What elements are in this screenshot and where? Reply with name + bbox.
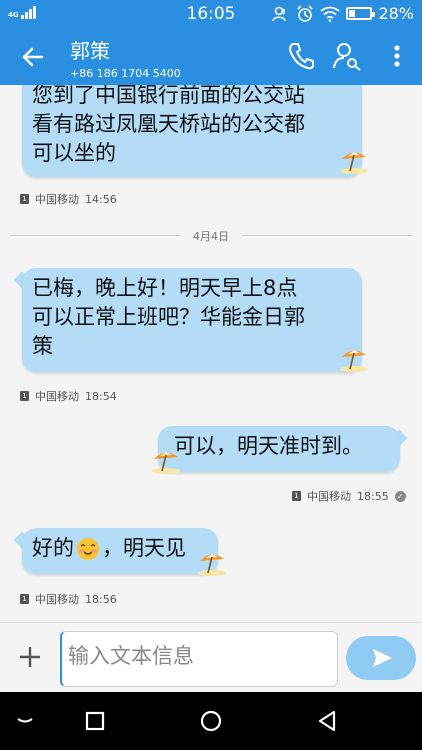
sim-icon: 1: [20, 391, 29, 401]
sim-icon: 1: [20, 594, 29, 604]
hide-keyboard-icon[interactable]: [10, 706, 40, 736]
message-text: ，明天见: [102, 536, 186, 560]
send-button[interactable]: [346, 636, 416, 680]
back-arrow-icon[interactable]: [14, 40, 50, 74]
contact-search-icon[interactable]: [330, 38, 364, 74]
alarm-icon: [297, 4, 314, 22]
beach-umbrella-icon: [152, 452, 180, 474]
message-line: 可以，明天准时到。: [174, 434, 363, 458]
contacts-icon: [272, 6, 287, 21]
message-bubble[interactable]: 已梅，晚上好！明天早上8点 可以正常上班吧？华能金日郭 策: [22, 268, 362, 372]
status-bar: 4G 16:05 28%: [0, 0, 422, 28]
send-icon: [373, 649, 392, 667]
message-line: 已梅，晚上好！明天早上8点: [32, 276, 298, 300]
carrier-label: 中国移动: [307, 490, 351, 503]
conversation-header: 郭策 +86 186 1704 5400: [0, 28, 422, 85]
date-divider: 4月4日: [10, 225, 412, 245]
message-text: 好的: [32, 536, 74, 560]
home-icon[interactable]: [196, 706, 226, 736]
back-icon[interactable]: [312, 706, 342, 736]
message-line: 可以正常上班吧？华能金日郭: [32, 305, 305, 329]
message-meta: 1 中国移动 18:56: [20, 591, 117, 607]
message-bubble[interactable]: 可以，明天准时到。: [158, 426, 400, 472]
message-line: 好的 ，明天见: [32, 534, 208, 563]
carrier-label: 中国移动: [35, 593, 79, 606]
message-input[interactable]: 输入文本信息: [60, 631, 338, 687]
add-icon[interactable]: [16, 643, 44, 671]
sim-icon: 1: [20, 194, 29, 204]
navigation-bar: [0, 692, 422, 750]
sim-icon: 1: [292, 491, 301, 501]
message-time: 18:54: [85, 389, 117, 403]
message-time: 18:56: [85, 592, 117, 606]
message-meta: 1 中国移动 18:55 ✓: [292, 488, 406, 504]
battery-icon: [346, 7, 376, 20]
carrier-label: 中国移动: [35, 193, 79, 206]
message-line: 看有路过凤凰天桥站的公交都: [32, 112, 305, 136]
beach-umbrella-icon: [340, 350, 368, 372]
smiling-face-emoji: [77, 537, 99, 560]
delivered-check-icon: ✓: [394, 490, 406, 502]
message-meta: 1 中国移动 18:54: [20, 388, 117, 404]
message-time: 18:55: [357, 489, 389, 503]
message-bubble[interactable]: 好的 ，明天见: [22, 528, 218, 574]
contact-number: +86 186 1704 5400: [70, 67, 181, 80]
contact-name: 郭策: [70, 39, 110, 63]
message-line: 可以坐的: [32, 141, 116, 165]
message-line: 您到了中国银行前面的公交站: [32, 85, 305, 107]
more-vertical-icon[interactable]: [380, 38, 414, 74]
message-time: 14:56: [85, 192, 117, 206]
wifi-icon: [320, 6, 340, 22]
recents-icon[interactable]: [80, 706, 110, 736]
carrier-label: 中国移动: [35, 390, 79, 403]
beach-umbrella-icon: [340, 152, 368, 174]
message-meta: 1 中国移动 14:56: [20, 191, 117, 207]
message-composer: 输入文本信息: [0, 622, 422, 692]
phone-icon[interactable]: [284, 38, 318, 74]
message-bubble[interactable]: 您到了中国银行前面的公交站 看有路过凤凰天桥站的公交都 可以坐的: [22, 85, 362, 177]
message-line: 策: [32, 334, 53, 358]
battery-percent: 28%: [378, 4, 414, 23]
beach-umbrella-icon: [198, 554, 226, 576]
date-divider-label: 4月4日: [193, 230, 229, 243]
message-list[interactable]: 您到了中国银行前面的公交站 看有路过凤凰天桥站的公交都 可以坐的 1 中国移动 …: [0, 85, 422, 622]
